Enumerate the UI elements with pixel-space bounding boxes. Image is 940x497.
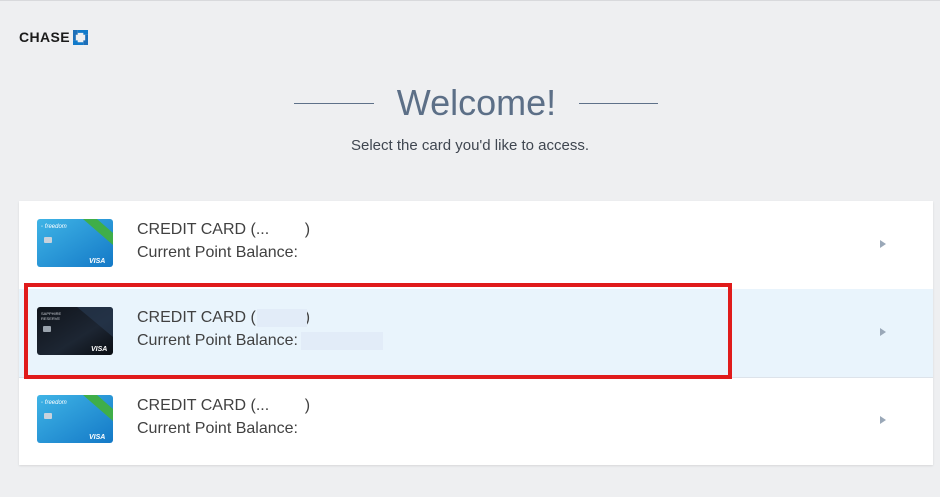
- title-rule-right: [579, 103, 658, 104]
- chevron-right-icon[interactable]: [879, 239, 887, 249]
- page-subtitle: Select the card you'd like to access.: [351, 137, 589, 154]
- chevron-right-icon[interactable]: [879, 327, 887, 337]
- chevron-right-icon[interactable]: [879, 415, 887, 425]
- page-title: Welcome!: [396, 82, 557, 123]
- freedom-card-image: ◦ freedom VISA: [37, 219, 113, 267]
- svg-text:◦ freedom: ◦ freedom: [41, 400, 67, 406]
- point-balance-label: Current Point Balance:: [137, 244, 298, 261]
- point-balance-label: Current Point Balance:: [137, 420, 298, 437]
- title-rule-left: [294, 103, 374, 104]
- svg-text:VISA: VISA: [89, 258, 105, 265]
- svg-text:◦ freedom: ◦ freedom: [41, 224, 67, 230]
- selection-highlight-box: [24, 283, 732, 379]
- svg-text:VISA: VISA: [89, 434, 105, 441]
- welcome-header: Welcome!: [0, 83, 940, 123]
- logo-text: CHASE: [19, 29, 71, 45]
- card-row-3[interactable]: ◦ freedom VISA CREDIT CARD (... ) Curren…: [19, 377, 933, 465]
- card-name: CREDIT CARD (... ): [137, 221, 311, 238]
- chase-octagon-icon: [73, 29, 89, 45]
- freedom-card-image: ◦ freedom VISA: [37, 395, 113, 443]
- card-row-1[interactable]: ◦ freedom VISA CREDIT CARD (... ) Curren…: [19, 201, 933, 289]
- top-border: [0, 0, 940, 1]
- chase-logo[interactable]: CHASE: [19, 28, 89, 46]
- card-name: CREDIT CARD (... ): [137, 397, 311, 414]
